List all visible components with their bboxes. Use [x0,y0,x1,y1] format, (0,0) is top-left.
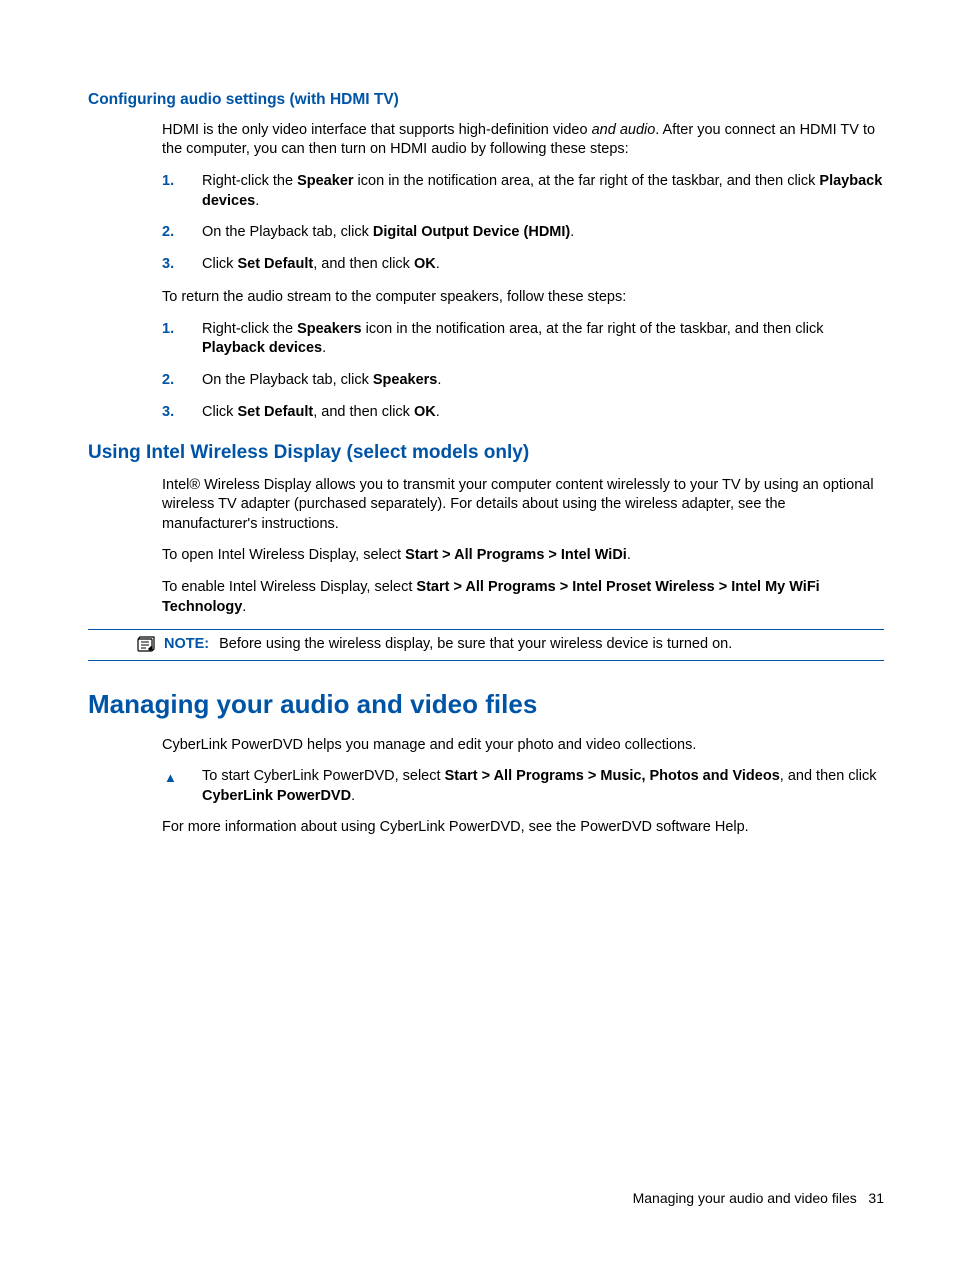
section-body: CyberLink PowerDVD helps you manage and … [162,736,884,838]
paragraph: Intel® Wireless Display allows you to tr… [162,476,884,535]
list-number: 1. [162,320,174,340]
list-number: 1. [162,172,174,192]
triangle-list-item: ▲ To start CyberLink PowerDVD, select St… [162,767,884,806]
list-number: 2. [162,371,174,391]
heading-configuring-audio: Configuring audio settings (with HDMI TV… [88,90,884,111]
section-intel-wireless: Using Intel Wireless Display (select mod… [88,440,884,661]
list-item: 1.Right-click the Speaker icon in the no… [162,172,884,211]
intro-paragraph: HDMI is the only video interface that su… [162,121,884,160]
triangle-bullet-icon: ▲ [164,769,177,787]
section-body: HDMI is the only video interface that su… [162,121,884,422]
italic-and-audio: and audio [592,122,656,138]
note-content: NOTE:Before using the wireless display, … [164,635,884,655]
return-paragraph: To return the audio stream to the comput… [162,288,884,308]
list-item: 1.Right-click the Speakers icon in the n… [162,320,884,359]
list-number: 3. [162,403,174,423]
footer-page-number: 31 [868,1190,884,1206]
list-item: 3.Click Set Default, and then click OK. [162,255,884,275]
section-managing-files: Managing your audio and video files Cybe… [88,687,884,838]
page-footer: Managing your audio and video files 31 [633,1189,884,1208]
paragraph: For more information about using CyberLi… [162,818,884,838]
list-item: 2.On the Playback tab, click Digital Out… [162,223,884,243]
steps-list-b: 1.Right-click the Speakers icon in the n… [162,320,884,422]
note-label: NOTE: [164,636,209,652]
footer-title: Managing your audio and video files [633,1190,857,1206]
paragraph: To enable Intel Wireless Display, select… [162,578,884,617]
paragraph: To open Intel Wireless Display, select S… [162,546,884,566]
section-configuring-audio: Configuring audio settings (with HDMI TV… [88,90,884,422]
list-number: 2. [162,223,174,243]
heading-intel-wireless: Using Intel Wireless Display (select mod… [88,440,884,466]
paragraph: CyberLink PowerDVD helps you manage and … [162,736,884,756]
list-item: 3.Click Set Default, and then click OK. [162,403,884,423]
note-callout: NOTE:Before using the wireless display, … [88,629,884,661]
list-number: 3. [162,255,174,275]
heading-managing-files: Managing your audio and video files [88,687,884,722]
note-icon [136,635,158,654]
steps-list-a: 1.Right-click the Speaker icon in the no… [162,172,884,274]
section-body: Intel® Wireless Display allows you to tr… [162,476,884,617]
list-item: 2.On the Playback tab, click Speakers. [162,371,884,391]
